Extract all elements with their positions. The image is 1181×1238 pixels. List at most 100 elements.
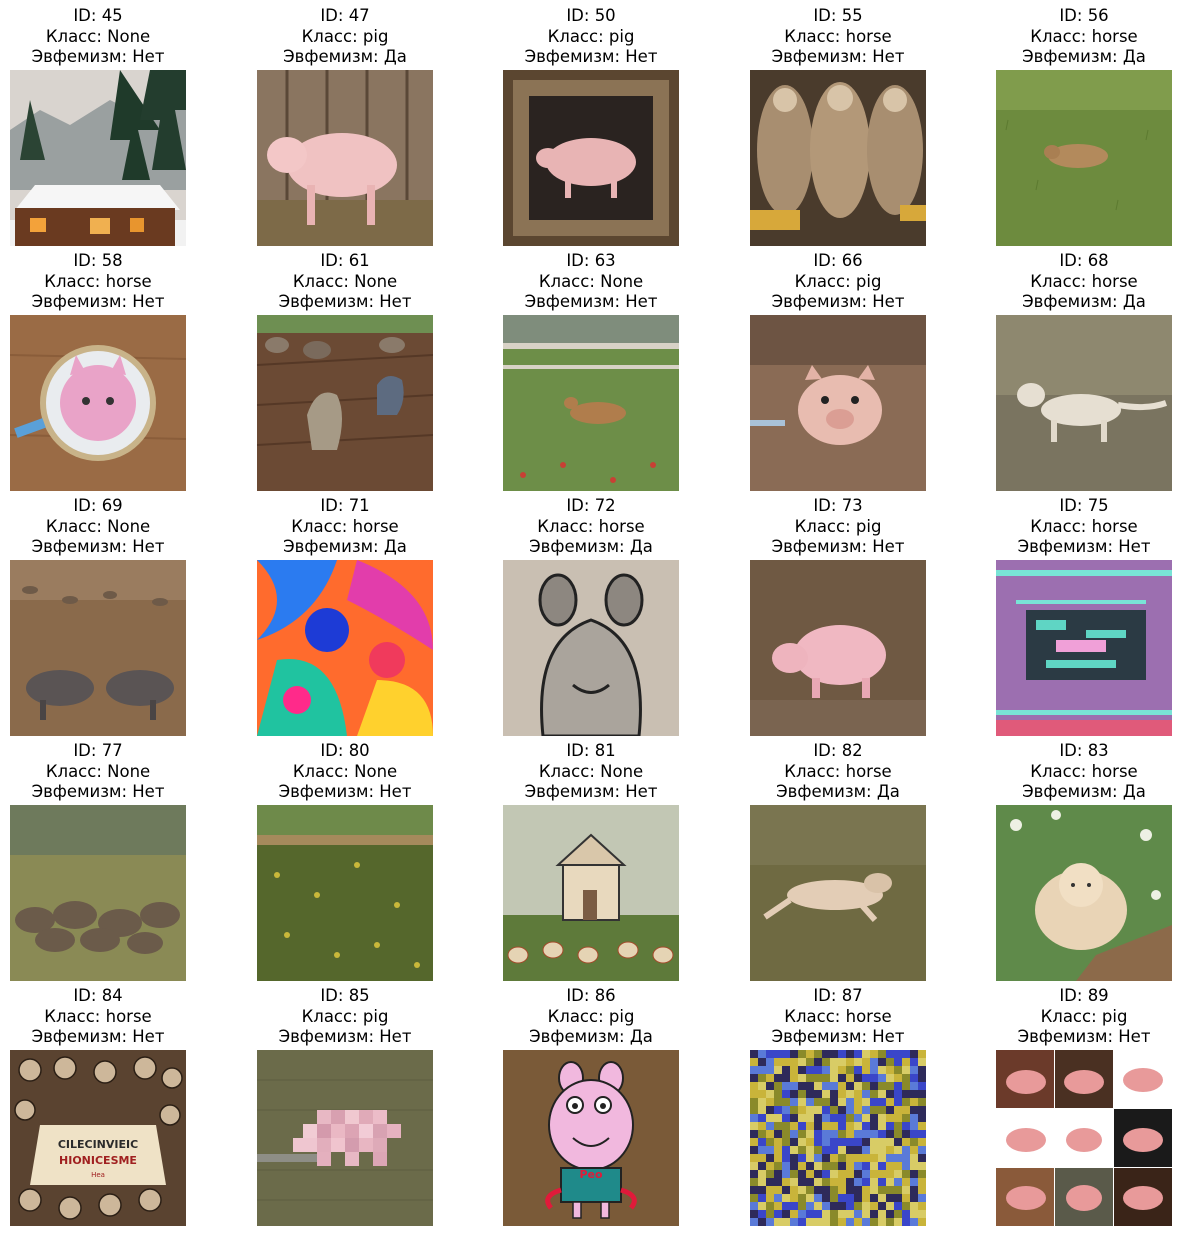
cell-class-label: Класс: pig — [794, 516, 882, 536]
thumbnail-noise — [750, 1050, 926, 1226]
cell-id-label: ID: 83 — [1059, 741, 1109, 760]
cell-id-label: ID: 81 — [566, 741, 616, 760]
grid-cell-61: ID: 61 Класс: None Эвфемизм: Нет — [257, 251, 433, 491]
cell-id-label: ID: 80 — [320, 741, 370, 760]
cell-class-label: Класс: horse — [1030, 761, 1138, 781]
cell-euphemism-label: Эвфемизм: Нет — [278, 292, 412, 312]
cell-id-label: ID: 73 — [813, 496, 863, 515]
grid-cell-47: ID: 47 Класс: pig Эвфемизм: Да — [257, 6, 433, 246]
cell-class-label: Класс: pig — [547, 26, 635, 46]
cell-id-label: ID: 47 — [320, 6, 370, 25]
cell-class-label: Класс: None — [45, 516, 151, 536]
grid-cell-63: ID: 63 Класс: None Эвфемизм: Нет — [503, 251, 679, 491]
thumbnail-pig-dirt — [750, 560, 926, 736]
cell-id-label: ID: 84 — [73, 986, 123, 1005]
thumbnail-fluffy-cat — [996, 805, 1172, 981]
cell-euphemism-label: Эвфемизм: Нет — [524, 47, 658, 67]
cell-euphemism-label: Эвфемизм: Да — [529, 1027, 653, 1047]
cell-euphemism-label: Эвфемизм: Нет — [278, 782, 412, 802]
grid-cell-50: ID: 50 Класс: pig Эвфемизм: Нет — [503, 6, 679, 246]
cell-caption: ID: 47 Класс: pig Эвфемизм: Да — [257, 6, 433, 70]
cell-caption: ID: 68 Класс: horse Эвфемизм: Да — [996, 251, 1172, 315]
cell-id-label: ID: 58 — [73, 251, 123, 270]
grid-cell-69: ID: 69 Класс: None Эвфемизм: Нет — [10, 496, 186, 736]
cell-caption: ID: 58 Класс: horse Эвфемизм: Нет — [10, 251, 186, 315]
grid-cell-66: ID: 66 Класс: pig Эвфемизм: Нет — [750, 251, 926, 491]
grid-cell-77: ID: 77 Класс: None Эвфемизм: Нет — [10, 741, 186, 981]
cell-id-label: ID: 77 — [73, 741, 123, 760]
cell-caption: ID: 83 Класс: horse Эвфемизм: Да — [996, 741, 1172, 805]
cell-euphemism-label: Эвфемизм: Нет — [31, 782, 165, 802]
cell-euphemism-label: Эвфемизм: Нет — [771, 537, 905, 557]
grid-cell-73: ID: 73 Класс: pig Эвфемизм: Нет — [750, 496, 926, 736]
cell-euphemism-label: Эвфемизм: Да — [283, 47, 407, 67]
cell-caption: ID: 69 Класс: None Эвфемизм: Нет — [10, 496, 186, 560]
cell-caption: ID: 61 Класс: None Эвфемизм: Нет — [257, 251, 433, 315]
cell-class-label: Класс: pig — [794, 271, 882, 291]
cell-caption: ID: 87 Класс: horse Эвфемизм: Нет — [750, 986, 926, 1050]
grid-cell-87: ID: 87 Класс: horse Эвфемизм: Нет — [750, 986, 926, 1226]
cell-caption: ID: 73 Класс: pig Эвфемизм: Нет — [750, 496, 926, 560]
cell-id-label: ID: 56 — [1059, 6, 1109, 25]
thumbnail-pig-fence — [257, 70, 433, 246]
grid-cell-45: ID: 45 Класс: None Эвфемизм: Нет — [10, 6, 186, 246]
cell-caption: ID: 71 Класс: horse Эвфемизм: Да — [257, 496, 433, 560]
poster-line-2: HIONICESME — [59, 1154, 137, 1167]
cell-euphemism-label: Эвфемизм: Нет — [31, 537, 165, 557]
cell-id-label: ID: 71 — [320, 496, 370, 515]
thumbnail-deer — [503, 315, 679, 491]
thumbnail-pig-mud — [750, 315, 926, 491]
cell-id-label: ID: 75 — [1059, 496, 1109, 515]
cell-caption: ID: 56 Класс: horse Эвфемизм: Да — [996, 6, 1172, 70]
cell-euphemism-label: Эвфемизм: Да — [1022, 47, 1146, 67]
grid-cell-72: ID: 72 Класс: horse Эвфемизм: Да — [503, 496, 679, 736]
grid-cell-85: ID: 85 Класс: pig Эвфемизм: Нет — [257, 986, 433, 1226]
thumbnail-crop-field — [257, 805, 433, 981]
poster-line-3: Hea — [91, 1171, 105, 1179]
thumbnail-pig-frame — [503, 70, 679, 246]
cell-id-label: ID: 85 — [320, 986, 370, 1005]
cell-caption: ID: 77 Класс: None Эвфемизм: Нет — [10, 741, 186, 805]
cell-caption: ID: 75 Класс: horse Эвфемизм: Нет — [996, 496, 1172, 560]
cell-caption: ID: 85 Класс: pig Эвфемизм: Нет — [257, 986, 433, 1050]
cell-class-label: Класс: horse — [784, 761, 892, 781]
grid-cell-80: ID: 80 Класс: None Эвфемизм: Нет — [257, 741, 433, 981]
cell-euphemism-label: Эвфемизм: Да — [776, 782, 900, 802]
poster-line-1: CILECINVIEIC — [58, 1138, 138, 1151]
thumbnail-pig-collage — [996, 1050, 1172, 1226]
cell-class-label: Класс: None — [538, 761, 644, 781]
cell-euphemism-label: Эвфемизм: Нет — [31, 292, 165, 312]
cell-euphemism-label: Эвфемизм: Нет — [31, 1027, 165, 1047]
thumbnail-white-dog — [996, 315, 1172, 491]
cell-class-label: Класс: horse — [1030, 271, 1138, 291]
cell-id-label: ID: 63 — [566, 251, 616, 270]
cell-euphemism-label: Эвфемизм: Нет — [1017, 1027, 1151, 1047]
cell-id-label: ID: 69 — [73, 496, 123, 515]
cell-id-label: ID: 66 — [813, 251, 863, 270]
cell-class-label: Класс: None — [292, 271, 398, 291]
cell-id-label: ID: 89 — [1059, 986, 1109, 1005]
thumbnail-cartoon-pig: Peo — [503, 1050, 679, 1226]
cell-id-label: ID: 87 — [813, 986, 863, 1005]
thumbnail-boars — [10, 560, 186, 736]
thumbnail-bison — [10, 805, 186, 981]
cell-class-label: Класс: pig — [301, 1006, 389, 1026]
cell-class-label: Класс: pig — [547, 1006, 635, 1026]
cell-id-label: ID: 72 — [566, 496, 616, 515]
cell-class-label: Класс: None — [292, 761, 398, 781]
cell-caption: ID: 55 Класс: horse Эвфемизм: Нет — [750, 6, 926, 70]
cell-id-label: ID: 50 — [566, 6, 616, 25]
cell-euphemism-label: Эвфемизм: Да — [1022, 292, 1146, 312]
cell-caption: ID: 82 Класс: horse Эвфемизм: Да — [750, 741, 926, 805]
grid-cell-89: ID: 89 Класс: pig Эвфемизм: Нет — [996, 986, 1172, 1226]
cell-id-label: ID: 68 — [1059, 251, 1109, 270]
cell-caption: ID: 50 Класс: pig Эвфемизм: Нет — [503, 6, 679, 70]
cell-euphemism-label: Эвфемизм: Нет — [524, 292, 658, 312]
grid-cell-83: ID: 83 Класс: horse Эвфемизм: Да — [996, 741, 1172, 981]
cell-id-label: ID: 45 — [73, 6, 123, 25]
thumbnail-warriors — [750, 70, 926, 246]
thumbnail-sketch-animal — [503, 560, 679, 736]
cell-euphemism-label: Эвфемизм: Нет — [524, 782, 658, 802]
grid-cell-68: ID: 68 Класс: horse Эвфемизм: Да — [996, 251, 1172, 491]
cell-class-label: Класс: horse — [784, 26, 892, 46]
